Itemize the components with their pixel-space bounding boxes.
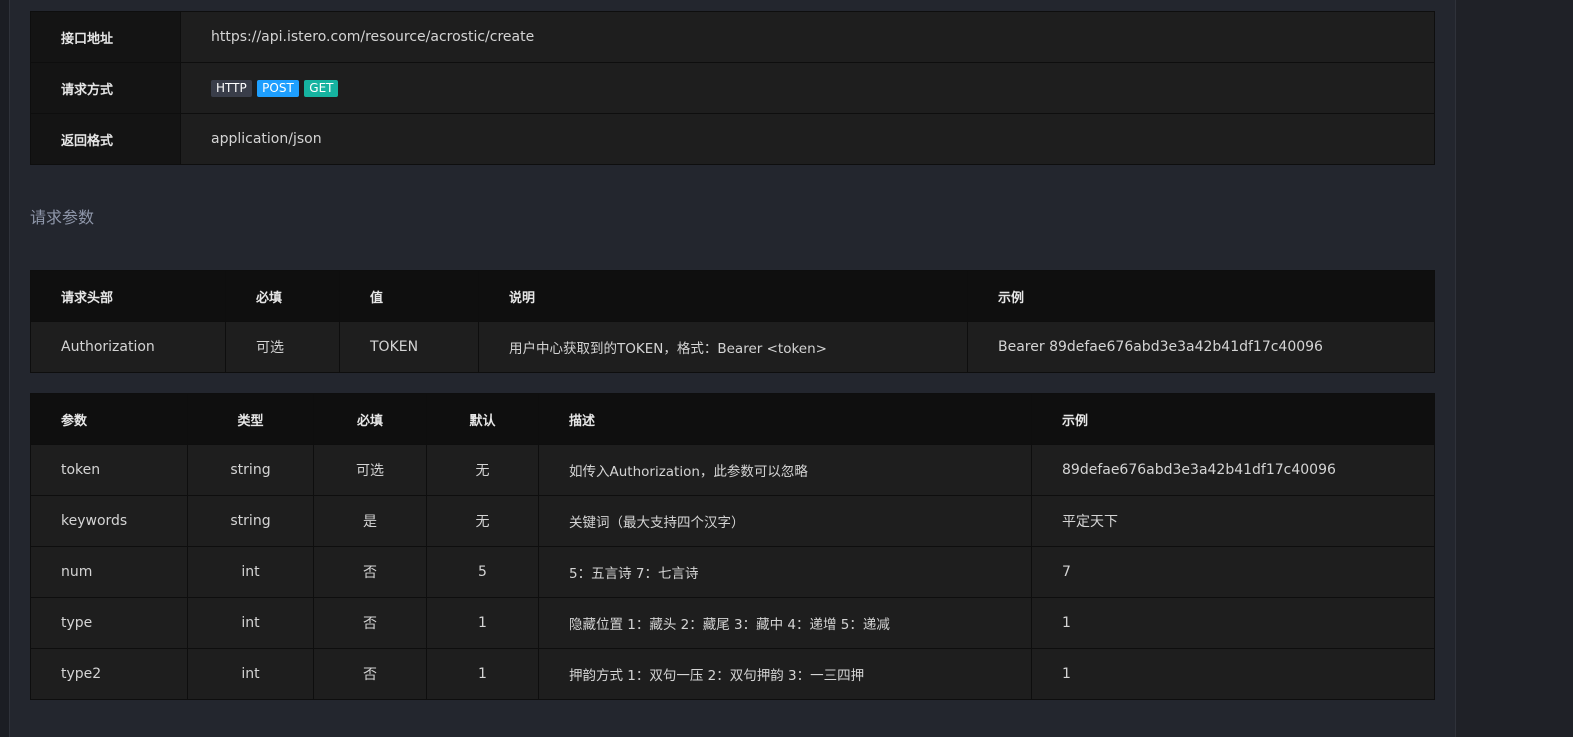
param-required: 否 [313, 597, 427, 649]
param-example: 89defae676abd3e3a42b41df17c40096 [1031, 444, 1435, 496]
param-desc: 如传入Authorization，此参数可以忽略 [538, 444, 1032, 496]
endpoint-label: 接口地址 [30, 11, 181, 63]
col-param-default: 默认 [426, 393, 539, 445]
param-default: 1 [426, 597, 539, 649]
header-value: TOKEN [339, 321, 479, 373]
table-row: type2 int 否 1 押韵方式 1：双句一压 2：双句押韵 3：一三四押 … [30, 648, 1435, 700]
param-required: 是 [313, 495, 427, 547]
param-example: 1 [1031, 597, 1435, 649]
format-row: 返回格式 application/json [30, 113, 1435, 165]
table-row: keywords string 是 无 关键词（最大支持四个汉字） 平定天下 [30, 495, 1435, 547]
table-row: token string 可选 无 如传入Authorization，此参数可以… [30, 444, 1435, 496]
param-required: 可选 [313, 444, 427, 496]
param-default: 无 [426, 495, 539, 547]
param-required: 否 [313, 546, 427, 598]
param-example: 7 [1031, 546, 1435, 598]
col-param-required: 必填 [313, 393, 427, 445]
param-type: string [187, 495, 314, 547]
param-type: string [187, 444, 314, 496]
param-name: keywords [30, 495, 188, 547]
format-value: application/json [180, 113, 1435, 165]
method-row: 请求方式 HTTP POST GET [30, 62, 1435, 114]
param-default: 无 [426, 444, 539, 496]
col-param-name: 参数 [30, 393, 188, 445]
header-example: Bearer 89defae676abd3e3a42b41df17c40096 [967, 321, 1435, 373]
header-desc: 用户中心获取到的TOKEN，格式：Bearer <token> [478, 321, 968, 373]
col-header-example: 示例 [967, 270, 1435, 322]
table-row: Authorization 可选 TOKEN 用户中心获取到的TOKEN，格式：… [30, 321, 1435, 373]
param-name: type [30, 597, 188, 649]
table-row: num int 否 5 5：五言诗 7：七言诗 7 [30, 546, 1435, 598]
param-type: int [187, 597, 314, 649]
param-name: type2 [30, 648, 188, 700]
endpoint-url[interactable]: https://api.istero.com/resource/acrostic… [180, 11, 1435, 63]
param-name: token [30, 444, 188, 496]
param-desc: 关键词（最大支持四个汉字） [538, 495, 1032, 547]
header-table-head-row: 请求头部 必填 值 说明 示例 [30, 270, 1435, 322]
col-header-name: 请求头部 [30, 270, 226, 322]
method-label: 请求方式 [30, 62, 181, 114]
api-doc-content: 接口地址 https://api.istero.com/resource/acr… [30, 11, 1435, 700]
method-tag-http: HTTP [211, 79, 252, 97]
col-header-desc: 说明 [478, 270, 968, 322]
right-side-panel [1455, 0, 1573, 737]
param-example: 1 [1031, 648, 1435, 700]
params-table: 参数 类型 必填 默认 描述 示例 token string 可选 无 如传入A… [30, 393, 1435, 700]
param-name: num [30, 546, 188, 598]
param-required: 否 [313, 648, 427, 700]
col-param-type: 类型 [187, 393, 314, 445]
col-header-required: 必填 [225, 270, 340, 322]
left-edge-border [0, 0, 10, 737]
param-type: int [187, 648, 314, 700]
col-param-desc: 描述 [538, 393, 1032, 445]
param-default: 5 [426, 546, 539, 598]
param-example: 平定天下 [1031, 495, 1435, 547]
param-desc: 隐藏位置 1：藏头 2：藏尾 3：藏中 4：递增 5：递减 [538, 597, 1032, 649]
table-row: type int 否 1 隐藏位置 1：藏头 2：藏尾 3：藏中 4：递增 5：… [30, 597, 1435, 649]
request-header-table: 请求头部 必填 值 说明 示例 Authorization 可选 TOKEN 用… [30, 270, 1435, 373]
header-required: 可选 [225, 321, 340, 373]
header-name: Authorization [30, 321, 226, 373]
method-tag-get: GET [304, 79, 339, 97]
endpoint-row: 接口地址 https://api.istero.com/resource/acr… [30, 11, 1435, 63]
col-param-example: 示例 [1031, 393, 1435, 445]
param-default: 1 [426, 648, 539, 700]
param-type: int [187, 546, 314, 598]
format-label: 返回格式 [30, 113, 181, 165]
section-title-request-params: 请求参数 [30, 208, 95, 227]
method-tags: HTTP POST GET [180, 62, 1435, 114]
api-info-table: 接口地址 https://api.istero.com/resource/acr… [30, 11, 1435, 165]
param-desc: 押韵方式 1：双句一压 2：双句押韵 3：一三四押 [538, 648, 1032, 700]
params-table-head-row: 参数 类型 必填 默认 描述 示例 [30, 393, 1435, 445]
method-tag-post: POST [257, 79, 299, 97]
col-header-value: 值 [339, 270, 479, 322]
param-desc: 5：五言诗 7：七言诗 [538, 546, 1032, 598]
